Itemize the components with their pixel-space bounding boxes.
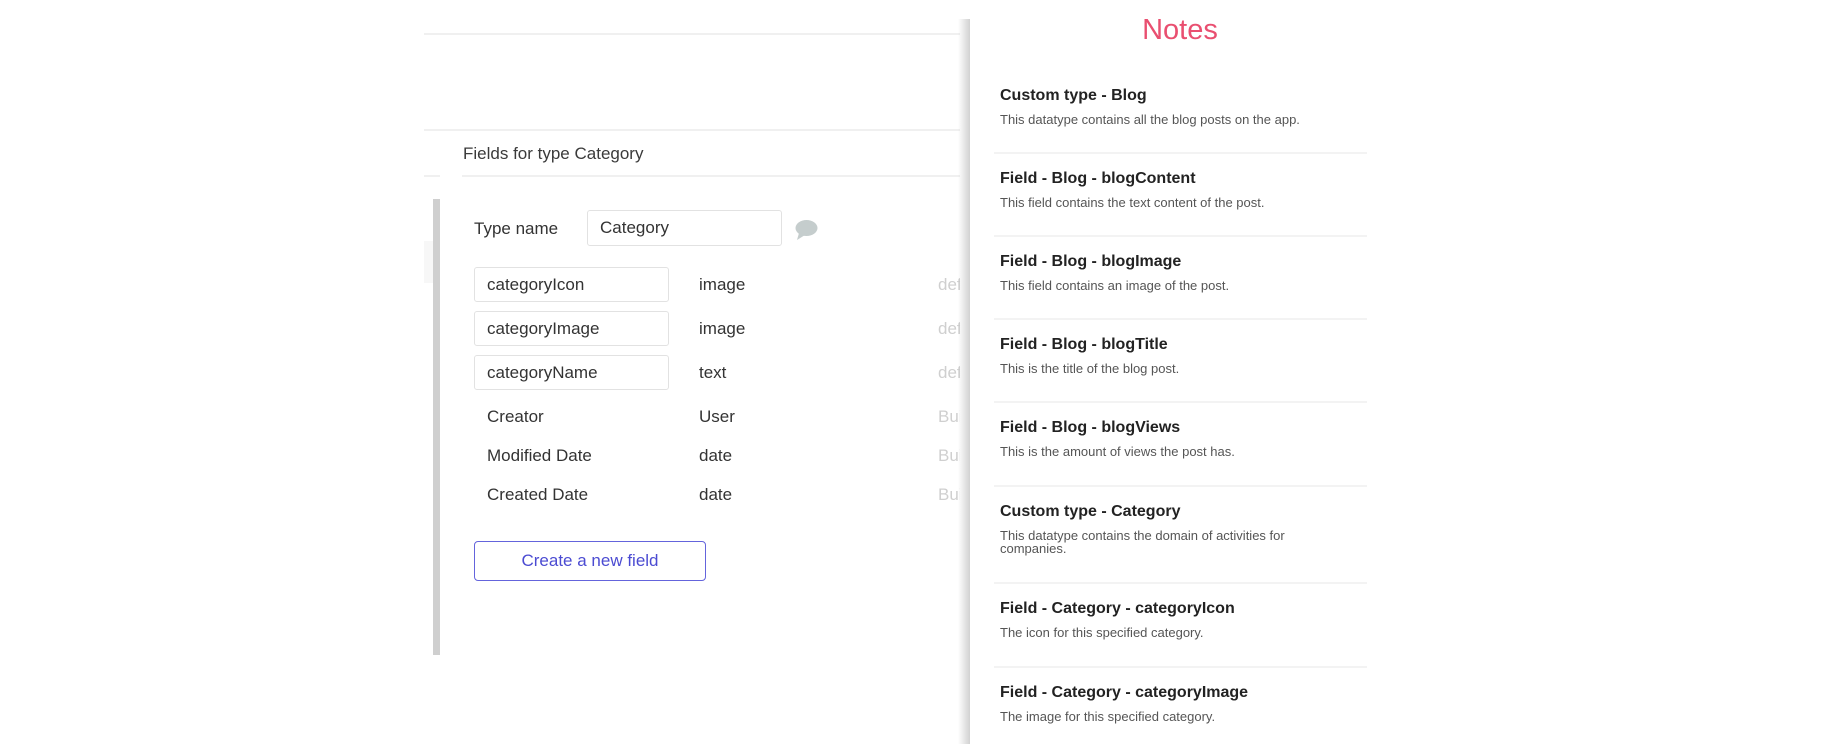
field-default: default xyxy=(938,319,960,338)
create-new-field-button[interactable]: Create a new field xyxy=(474,541,706,581)
note-description: This field contains the text content of … xyxy=(1000,195,1265,210)
note-title: Field - Blog - blogViews xyxy=(1000,419,1181,436)
note-description: This field contains an image of the post… xyxy=(1000,278,1230,293)
note-separator xyxy=(994,152,1367,154)
editor-left-bar xyxy=(433,199,440,655)
field-default: default xyxy=(938,363,960,382)
note-item[interactable]: Field - Category - categoryImage The ima… xyxy=(1000,683,1360,723)
note-title: Field - Blog - blogContent xyxy=(1000,170,1196,187)
note-description: This is the title of the blog post. xyxy=(1000,361,1180,376)
note-item[interactable]: Field - Category - categoryIcon The icon… xyxy=(1000,599,1360,639)
section-top-divider xyxy=(424,129,960,131)
builtin-field-name: Creator xyxy=(487,407,544,426)
note-description: This datatype contains the domain of act… xyxy=(1000,528,1285,556)
note-description: The icon for this specified category. xyxy=(1000,625,1204,640)
field-name-input[interactable] xyxy=(474,355,669,390)
note-item[interactable]: Field - Blog - blogContent This field co… xyxy=(1000,169,1360,209)
note-item[interactable]: Field - Blog - blogViews This is the amo… xyxy=(1000,418,1360,458)
note-item[interactable]: Field - Blog - blogTitle This is the tit… xyxy=(1000,335,1360,375)
note-title: Custom type - Blog xyxy=(1000,87,1147,104)
notes-panel-shadow xyxy=(958,19,970,744)
note-title: Field - Blog - blogTitle xyxy=(1000,336,1168,353)
note-title: Field - Category - categoryImage xyxy=(1000,684,1249,701)
note-separator xyxy=(994,666,1367,668)
note-separator xyxy=(994,318,1367,320)
note-title: Field - Category - categoryIcon xyxy=(1000,600,1235,617)
note-title: Custom type - Category xyxy=(1000,503,1181,520)
note-item[interactable]: Custom type - Blog This datatype contain… xyxy=(1000,86,1360,126)
top-divider xyxy=(424,33,960,35)
field-type[interactable]: text xyxy=(699,363,726,383)
builtin-field-name: Modified Date xyxy=(487,446,592,465)
builtin-field-default: Built-in xyxy=(938,407,960,426)
note-description: The image for this specified category. xyxy=(1000,709,1216,724)
note-description: This datatype contains all the blog post… xyxy=(1000,112,1300,127)
section-bottom-divider xyxy=(462,175,960,177)
builtin-field-type: User xyxy=(699,407,735,426)
section-title: Fields for type Category xyxy=(463,144,644,163)
builtin-field-name: Created Date xyxy=(487,485,589,504)
note-separator xyxy=(994,582,1367,584)
field-type[interactable]: image xyxy=(699,319,745,339)
note-title: Field - Blog - blogImage xyxy=(1000,253,1182,270)
builtin-field-default: Built-in xyxy=(938,446,960,465)
note-item[interactable]: Field - Blog - blogImage This field cont… xyxy=(1000,252,1360,292)
builtin-field-type: date xyxy=(699,485,733,504)
type-name-label: Type name xyxy=(474,219,559,238)
notes-title: Notes xyxy=(1142,14,1218,46)
field-name-input[interactable] xyxy=(474,267,669,302)
note-separator xyxy=(994,235,1367,237)
builtin-field-type: date xyxy=(699,446,733,465)
builtin-field-default: Built-in xyxy=(938,485,960,504)
type-name-input[interactable] xyxy=(587,210,782,246)
note-separator xyxy=(994,401,1367,403)
note-item[interactable]: Custom type - Category This datatype con… xyxy=(1000,502,1360,555)
note-description: This is the amount of views the post has… xyxy=(1000,444,1235,459)
section-bottom-divider-left xyxy=(424,175,440,177)
ghost-block xyxy=(424,241,433,283)
note-separator xyxy=(994,485,1367,487)
field-default: default xyxy=(938,275,960,294)
field-name-input[interactable] xyxy=(474,311,669,346)
comment-bubble-icon[interactable] xyxy=(794,219,818,241)
field-type[interactable]: image xyxy=(699,275,745,295)
